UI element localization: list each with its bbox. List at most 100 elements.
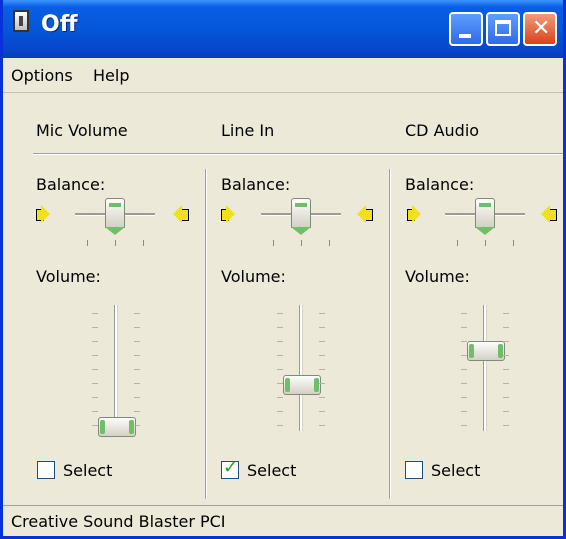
volume-tick (503, 425, 509, 426)
select-checkbox-mic-volume[interactable] (37, 461, 55, 479)
volume-tick (92, 383, 98, 384)
volume-tick (134, 327, 140, 328)
speaker-left-icon (36, 205, 50, 223)
mixer-content: Mic Volume Balance: Volume: Select Line … (3, 93, 563, 505)
volume-tick (319, 425, 325, 426)
column-header-mic-volume: Mic Volume (36, 121, 128, 140)
speaker-left-icon (407, 205, 421, 223)
volume-tick (319, 313, 325, 314)
volume-tick (134, 355, 140, 356)
volume-tick (319, 327, 325, 328)
select-label[interactable]: Select (63, 461, 112, 480)
balance-tick (87, 240, 88, 246)
select-label[interactable]: Select (247, 461, 296, 480)
window-title: Off (41, 12, 78, 37)
menu-help[interactable]: Help (93, 66, 129, 85)
speaker-right-icon (357, 205, 373, 223)
checkmark-icon: ✓ (223, 457, 239, 478)
volume-tick (92, 369, 98, 370)
balance-tick (485, 240, 486, 246)
volume-tick (503, 411, 509, 412)
column-header-line-in: Line In (221, 121, 275, 140)
maximize-button[interactable] (486, 12, 520, 46)
balance-slider-thumb[interactable] (475, 198, 495, 235)
balance-label: Balance: (36, 175, 106, 194)
volume-track (483, 305, 487, 431)
speaker-right-icon (541, 205, 557, 223)
volume-tick (92, 341, 98, 342)
balance-tick (143, 240, 144, 246)
volume-tick (461, 313, 467, 314)
status-text: Creative Sound Blaster PCI (11, 512, 226, 531)
volume-track (114, 305, 118, 431)
close-icon: ✕ (532, 16, 551, 41)
column-divider (389, 169, 391, 499)
volume-slider-thumb[interactable] (283, 374, 321, 395)
volume-tick (461, 411, 467, 412)
volume-tick (319, 397, 325, 398)
volume-tick (277, 341, 283, 342)
column-divider (205, 169, 207, 499)
select-checkbox-cd-audio[interactable] (405, 461, 423, 479)
volume-tick (461, 341, 467, 342)
volume-tick (134, 341, 140, 342)
volume-tick (277, 313, 283, 314)
menu-bar: Options Help (3, 58, 563, 93)
volume-tick (503, 327, 509, 328)
volume-tick (503, 369, 509, 370)
balance-label: Balance: (405, 175, 475, 194)
balance-tick (301, 240, 302, 246)
volume-tick (92, 327, 98, 328)
app-icon[interactable] (13, 10, 29, 32)
balance-slider-thumb[interactable] (291, 198, 311, 235)
volume-tick (461, 383, 467, 384)
balance-tick (457, 240, 458, 246)
volume-tick (461, 327, 467, 328)
volume-label: Volume: (36, 267, 101, 286)
volume-tick (277, 383, 283, 384)
volume-tick (503, 397, 509, 398)
volume-tick (92, 397, 98, 398)
volume-tick (277, 425, 283, 426)
volume-track (299, 305, 303, 431)
select-label[interactable]: Select (431, 461, 480, 480)
volume-tick (319, 369, 325, 370)
volume-tick (134, 369, 140, 370)
balance-tick (329, 240, 330, 246)
mixer-window: Off ✕ Options Help Mic Volume Balance: V… (0, 0, 566, 539)
volume-tick (134, 313, 140, 314)
select-checkbox-line-in[interactable]: ✓ (221, 457, 239, 479)
volume-tick (277, 411, 283, 412)
volume-tick (319, 383, 325, 384)
volume-tick (134, 425, 140, 426)
volume-tick (461, 355, 467, 356)
balance-tick (273, 240, 274, 246)
volume-slider-thumb[interactable] (467, 340, 505, 361)
volume-tick (461, 397, 467, 398)
volume-tick (92, 313, 98, 314)
column-header-cd-audio: CD Audio (405, 121, 480, 140)
title-bar[interactable]: Off ✕ (3, 0, 563, 58)
balance-label: Balance: (221, 175, 291, 194)
volume-label: Volume: (221, 267, 286, 286)
close-button[interactable]: ✕ (523, 12, 557, 46)
volume-tick (92, 425, 98, 426)
balance-slider-thumb[interactable] (105, 198, 125, 235)
volume-tick (319, 411, 325, 412)
volume-slider-thumb[interactable] (98, 417, 136, 437)
speaker-left-icon (221, 205, 235, 223)
volume-tick (92, 355, 98, 356)
volume-tick (277, 355, 283, 356)
volume-tick (277, 369, 283, 370)
menu-options[interactable]: Options (11, 66, 73, 85)
volume-tick (503, 383, 509, 384)
volume-tick (134, 411, 140, 412)
volume-tick (461, 369, 467, 370)
volume-tick (92, 411, 98, 412)
balance-tick (513, 240, 514, 246)
volume-tick (319, 341, 325, 342)
status-bar: Creative Sound Blaster PCI (3, 505, 563, 536)
header-separator (33, 153, 563, 155)
minimize-button[interactable] (449, 12, 483, 46)
balance-tick (115, 240, 116, 246)
